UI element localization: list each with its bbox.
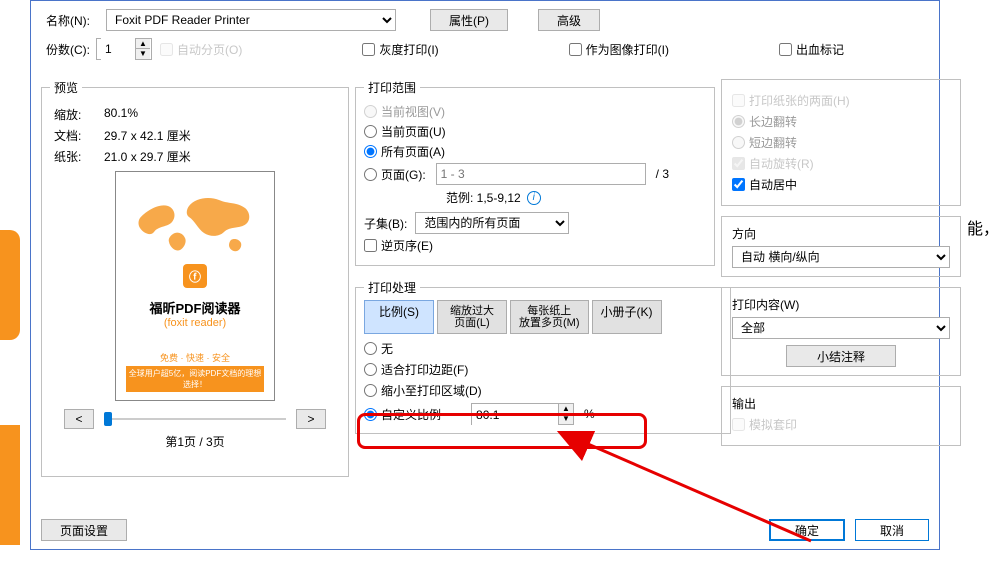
range-pages-row: 页面(G): / 3 xyxy=(364,163,706,185)
page-indicator: 第1页 / 3页 xyxy=(54,433,336,450)
duplex-group: 打印纸张的两面(H) 长边翻转 短边翻转 自动旋转(R) 自动居中 xyxy=(721,79,961,206)
pages-total: / 3 xyxy=(656,167,669,181)
preview-legend: 预览 xyxy=(50,79,82,96)
tab-multipage[interactable]: 每张纸上放置多页(M) xyxy=(510,300,589,334)
bleed-checkbox[interactable]: 出血标记 xyxy=(779,41,844,58)
flip-short: 短边翻转 xyxy=(732,134,950,151)
copies-label: 份数(C): xyxy=(46,41,96,58)
collate-checkbox: 自动分页(O) xyxy=(160,41,242,58)
range-example: 范例: 1,5-9,12 xyxy=(446,189,521,206)
content-label: 打印内容(W) xyxy=(732,296,950,313)
scale-none[interactable]: 无 xyxy=(364,340,722,357)
brand-subtitle: (foxit reader) xyxy=(164,317,226,329)
name-label: 名称(N): xyxy=(46,12,96,29)
pages-input[interactable] xyxy=(436,163,646,185)
ok-button[interactable]: 确定 xyxy=(769,519,845,541)
doc-label: 文档: xyxy=(54,127,94,144)
custom-scale-input[interactable] xyxy=(472,404,558,426)
subset-select[interactable]: 范围内的所有页面 xyxy=(415,212,569,234)
preview-thumbnail: ⓕ 福昕PDF阅读器 (foxit reader) 免费 · 快速 · 安全 全… xyxy=(115,171,275,401)
summary-comments-button[interactable]: 小结注释 xyxy=(786,345,896,367)
brand-strip: 全球用户超5亿，阅读PDF文档的理想选择！ xyxy=(126,366,264,392)
copies-input[interactable] xyxy=(101,38,135,60)
simulate-overprint-checkbox: 模拟套印 xyxy=(732,416,950,433)
custom-scale-spinner[interactable]: ▲▼ xyxy=(471,403,574,425)
preview-prev-button[interactable]: < xyxy=(64,409,94,429)
pct-label: % xyxy=(584,407,595,421)
preview-next-button[interactable]: > xyxy=(296,409,326,429)
preview-slider[interactable] xyxy=(104,416,286,422)
range-current-page[interactable]: 当前页面(U) xyxy=(364,123,706,140)
tab-oversize[interactable]: 缩放过大页面(L) xyxy=(437,300,507,334)
handle-legend: 打印处理 xyxy=(364,279,420,296)
page-setup-button[interactable]: 页面设置 xyxy=(41,519,127,541)
range-all-pages[interactable]: 所有页面(A) xyxy=(364,143,706,160)
output-group: 输出 模拟套印 xyxy=(721,386,961,446)
doc-value: 29.7 x 42.1 厘米 xyxy=(104,127,191,144)
copies-up[interactable]: ▲ xyxy=(136,39,150,49)
brand-title: 福昕PDF阅读器 xyxy=(149,298,240,317)
range-current-view: 当前视图(V) xyxy=(364,103,706,120)
foxit-logo-icon: ⓕ xyxy=(183,264,207,288)
brand-tagline: 免费 · 快速 · 安全 xyxy=(160,351,230,364)
scale-shrink[interactable]: 缩小至打印区域(D) xyxy=(364,382,722,399)
tab-booklet[interactable]: 小册子(K) xyxy=(592,300,662,334)
orientation-group: 方向 自动 横向/纵向 xyxy=(721,216,961,277)
reverse-checkbox[interactable]: 逆页序(E) xyxy=(364,237,706,254)
info-icon[interactable]: i xyxy=(527,191,541,205)
paper-label: 纸张: xyxy=(54,148,94,165)
bg-text: 能， xyxy=(967,215,999,239)
zoom-value: 80.1% xyxy=(104,106,138,123)
content-group: 打印内容(W) 全部 小结注释 xyxy=(721,287,961,376)
world-map-icon xyxy=(135,190,255,260)
auto-center-checkbox[interactable]: 自动居中 xyxy=(732,176,950,193)
scale-fit-margins[interactable]: 适合打印边距(F) xyxy=(364,361,722,378)
copies-spinner[interactable]: ▲▼ xyxy=(96,38,152,60)
print-handling-group: 打印处理 比例(S) 缩放过大页面(L) 每张纸上放置多页(M) 小册子(K) … xyxy=(355,279,731,434)
cancel-button[interactable]: 取消 xyxy=(855,519,929,541)
printer-select[interactable]: Foxit PDF Reader Printer xyxy=(106,9,396,31)
scale-up[interactable]: ▲ xyxy=(559,404,573,414)
grayscale-checkbox[interactable]: 灰度打印(I) xyxy=(362,41,438,58)
copies-down[interactable]: ▼ xyxy=(136,49,150,59)
as-image-checkbox[interactable]: 作为图像打印(I) xyxy=(569,41,669,58)
orientation-select[interactable]: 自动 横向/纵向 xyxy=(732,246,950,268)
print-dialog: 名称(N): Foxit PDF Reader Printer 属性(P) 高级… xyxy=(30,0,940,550)
scale-down[interactable]: ▼ xyxy=(559,414,573,424)
duplex-checkbox: 打印纸张的两面(H) xyxy=(732,92,950,109)
scale-custom[interactable]: 自定义比例 xyxy=(364,406,441,423)
content-select[interactable]: 全部 xyxy=(732,317,950,339)
output-label: 输出 xyxy=(732,395,950,412)
advanced-button[interactable]: 高级 xyxy=(538,9,600,31)
preview-group: 预览 缩放: 80.1% 文档: 29.7 x 42.1 厘米 纸张: 21.0 x … xyxy=(41,79,349,477)
range-legend: 打印范围 xyxy=(364,79,420,96)
auto-rotate-checkbox: 自动旋转(R) xyxy=(732,155,950,172)
zoom-label: 缩放: xyxy=(54,106,94,123)
properties-button[interactable]: 属性(P) xyxy=(430,9,508,31)
orientation-label: 方向 xyxy=(732,225,950,242)
paper-value: 21.0 x 29.7 厘米 xyxy=(104,148,191,165)
tab-scale[interactable]: 比例(S) xyxy=(364,300,434,334)
subset-label: 子集(B): xyxy=(364,215,407,232)
flip-long: 长边翻转 xyxy=(732,113,950,130)
print-range-group: 打印范围 当前视图(V) 当前页面(U) 所有页面(A) 页面(G): / 3 … xyxy=(355,79,715,266)
range-pages[interactable]: 页面(G): xyxy=(364,166,426,183)
